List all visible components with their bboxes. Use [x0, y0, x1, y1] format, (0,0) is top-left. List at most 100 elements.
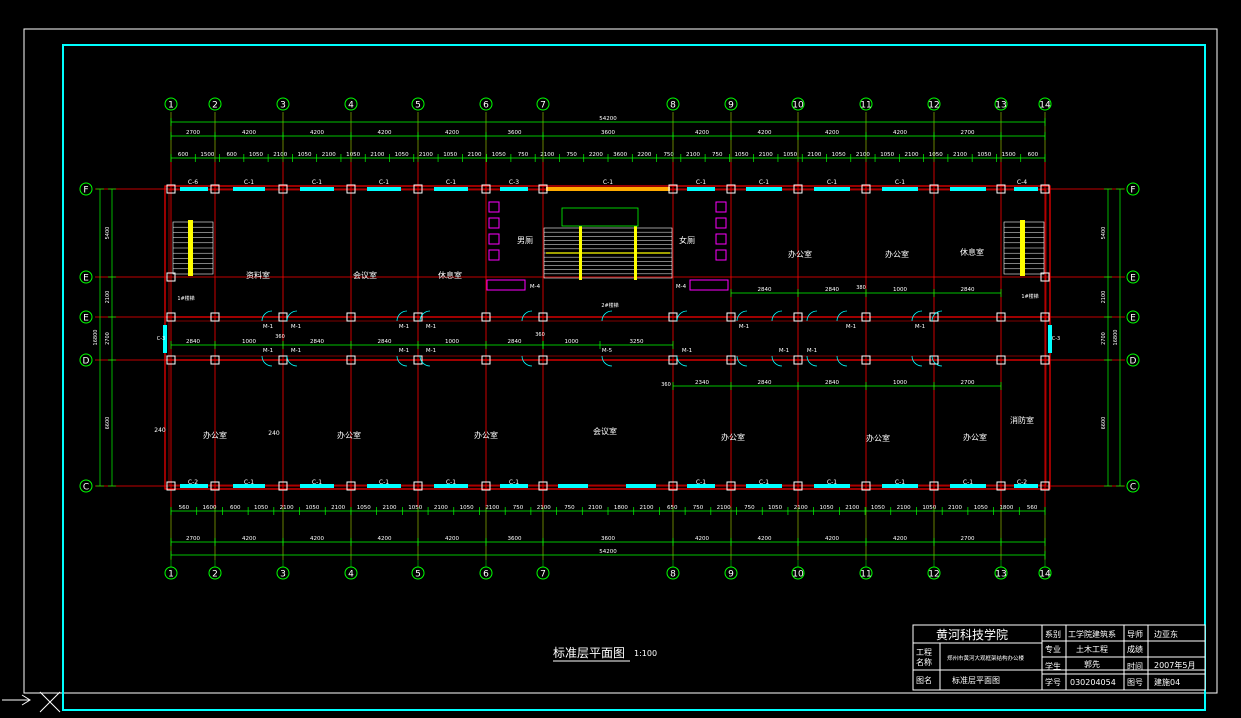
row-label: F	[83, 186, 88, 196]
window-top	[950, 187, 986, 191]
window-label-top: C-1	[696, 179, 706, 186]
dim-left-total-text: 16800	[93, 330, 99, 346]
drawing-title: 标准层平面图	[553, 646, 625, 660]
axis-label: 5	[415, 101, 421, 111]
room-label-stair_right: 1#楼梯	[1021, 293, 1038, 300]
dim-detail-top-text: 2100	[759, 152, 773, 158]
dim-detail-top-text: 1050	[298, 152, 312, 158]
door-swing	[676, 355, 688, 367]
stair-right-rail	[1020, 220, 1025, 276]
dim-detail-top-text: 1050	[492, 152, 506, 158]
window-top	[367, 187, 401, 191]
axis-label: 13	[995, 570, 1006, 580]
door-swing	[261, 355, 273, 367]
row-label: E	[1130, 274, 1136, 284]
window-label-bottom: C-1	[446, 479, 456, 486]
window-bottom	[626, 484, 656, 488]
dim-corridor-east-lower-text: 2840	[825, 380, 839, 386]
tb-drawing-name: 标准层平面图	[952, 675, 1000, 685]
outer-frame	[23, 28, 1218, 694]
dim-detail-top-text: 1050	[346, 152, 360, 158]
door-label: M-1	[263, 324, 273, 330]
dim-detail-bottom-text: 2100	[383, 505, 397, 511]
dim-corridor-east-upper-text: 2840	[961, 287, 975, 293]
sink-counter	[689, 279, 729, 291]
ucs-icon	[2, 691, 61, 713]
window-label-bottom: C-1	[827, 479, 837, 486]
cad-drawing: 542002700 4200 4200 4200 4200 3600 3600 4200 420…	[2, 28, 1218, 713]
tb-time-label: 时间	[1127, 661, 1143, 671]
stair-middle-rail-right	[634, 226, 637, 280]
door-label: M-4	[676, 284, 687, 290]
dim-right-text: 2100	[1101, 291, 1107, 304]
window-label-bottom: C-1	[312, 479, 322, 486]
dim-detail-top-text: 750	[712, 152, 723, 158]
dim-detail-bottom-text: 2100	[434, 505, 448, 511]
sink-counter	[486, 279, 526, 291]
tb-dept-label: 系别	[1045, 629, 1061, 639]
tb-id-label: 学号	[1045, 677, 1061, 687]
dim-detail-top-text: 2100	[686, 152, 700, 158]
dim-detail-top-text: 1500	[1002, 152, 1016, 158]
row-label: C	[83, 483, 89, 493]
axis-label: 12	[928, 101, 939, 111]
dim-detail-top-text: 1050	[395, 152, 409, 158]
dim-bays-top-text: 3600	[508, 130, 522, 136]
dim-detail-bottom-text: 1050	[305, 505, 319, 511]
window-top	[1014, 187, 1038, 191]
dim-detail-bottom-text: 560	[179, 505, 190, 511]
dim-corridor-west-text: 2840	[310, 339, 324, 345]
window-label-bottom: C-2	[1017, 479, 1027, 486]
dim-detail-bottom-text: 1050	[820, 505, 834, 511]
tb-grade-label: 成绩	[1127, 644, 1143, 654]
room-label-b2: 办公室	[337, 430, 361, 440]
door-swing	[806, 355, 818, 367]
axis-label: 8	[670, 101, 676, 111]
dim-small-label: 360	[535, 332, 545, 338]
dim-corridor-east-upper-text: 1000	[893, 287, 907, 293]
door-swing	[601, 355, 613, 367]
dim-corridor-west-text: 2840	[508, 339, 522, 345]
room-label-b5: 办公室	[721, 432, 745, 442]
dim-detail-bottom-text: 650	[667, 505, 678, 511]
dim-detail-bottom-text: 1050	[408, 505, 422, 511]
row-label: E	[83, 274, 89, 284]
axis-label: 11	[860, 570, 871, 580]
tb-student: 郭先	[1084, 659, 1100, 669]
dim-detail-top-text: 2100	[807, 152, 821, 158]
dim-bays-bottom-text: 4200	[242, 536, 256, 542]
door-label: M-1	[915, 324, 925, 330]
tb-project: 郑州市黄河大观框架结构办公楼	[947, 654, 1025, 662]
dim-detail-bottom-text: 750	[513, 505, 524, 511]
row-label: D	[1130, 357, 1137, 367]
door-swing	[836, 355, 848, 367]
dim-left-text: 6600	[105, 417, 111, 430]
dim-detail-top-text: 3600	[613, 152, 627, 158]
dim-detail-top-text: 750	[518, 152, 529, 158]
dim-detail-bottom-text: 2100	[845, 505, 859, 511]
window-label-side: C-3	[157, 336, 165, 342]
room-label-r6: 办公室	[788, 249, 812, 259]
axis-label: 4	[348, 570, 354, 580]
dim-detail-top-text: 2100	[419, 152, 433, 158]
dim-detail-bottom-text: 2100	[485, 505, 499, 511]
dim-detail-bottom-text: 2100	[640, 505, 654, 511]
dim-total-bottom-text: 54200	[599, 549, 617, 555]
door-swing	[521, 310, 533, 322]
dim-detail-top-text: 2100	[953, 152, 967, 158]
door-label: M-1	[426, 324, 436, 330]
wall-thickness-label: 240	[154, 427, 166, 434]
dim-detail-bottom-text: 1050	[254, 505, 268, 511]
axis-label: 14	[1039, 570, 1051, 580]
window-label-bottom: C-1	[509, 479, 519, 486]
tb-advisor: 边亚东	[1154, 629, 1178, 639]
toilet-fixture	[488, 233, 500, 245]
dim-detail-top-text: 2100	[540, 152, 554, 158]
door-label: M-1	[399, 324, 409, 330]
window-label-bottom: C-1	[379, 479, 389, 486]
dim-detail-bottom-text: 2100	[588, 505, 602, 511]
row-label: C	[1130, 483, 1136, 493]
door-label: M-4	[530, 284, 541, 290]
stair-left-rail	[188, 220, 193, 276]
window-label-bottom: C-1	[244, 479, 254, 486]
